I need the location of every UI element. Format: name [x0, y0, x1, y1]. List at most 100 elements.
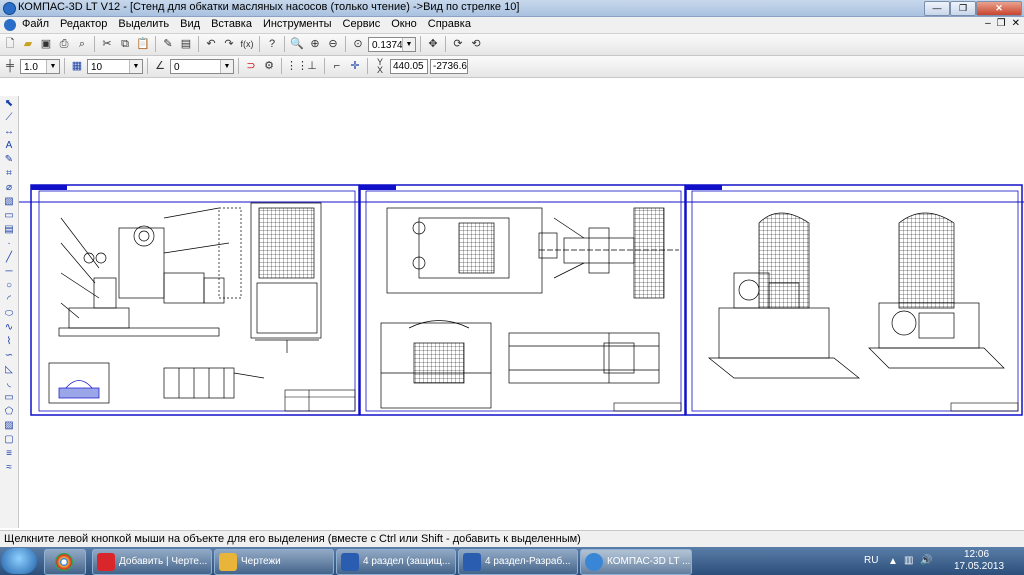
zoom-scale-icon[interactable]: ⊙: [350, 36, 366, 52]
selection-icon[interactable]: ▧: [2, 195, 16, 208]
local-cs-icon[interactable]: ⊥: [304, 58, 320, 74]
contour-icon[interactable]: ▢: [2, 433, 16, 446]
menu-help[interactable]: Справка: [428, 18, 471, 30]
volume-icon[interactable]: 🔊: [920, 555, 932, 566]
segment-icon[interactable]: ─: [2, 265, 16, 278]
dimensions-icon[interactable]: ↔: [2, 125, 16, 138]
angle-combo[interactable]: 0 ▼: [170, 58, 234, 74]
chevron-down-icon[interactable]: ▼: [129, 59, 142, 73]
maximize-button[interactable]: ❐: [950, 1, 976, 16]
chevron-down-icon[interactable]: ▼: [402, 37, 415, 51]
ortho-icon[interactable]: ⌐: [329, 58, 345, 74]
cut-icon[interactable]: ✂: [99, 36, 115, 52]
taskbar-button-yandex[interactable]: Добавить | Черте...: [92, 549, 212, 575]
taskbar-button-word-1[interactable]: 4 раздел (защищ...: [336, 549, 456, 575]
grid-icon[interactable]: ⋮⋮: [286, 58, 308, 74]
select-arrow-icon[interactable]: ⬉: [2, 97, 16, 110]
chrome-taskbar-button[interactable]: [44, 549, 86, 575]
minimize-button[interactable]: —: [924, 1, 950, 16]
sheet-1: [30, 184, 360, 416]
properties-icon[interactable]: ▤: [178, 36, 194, 52]
fillet-icon[interactable]: ◟: [2, 377, 16, 390]
polygon-icon[interactable]: ⬠: [2, 405, 16, 418]
language-indicator[interactable]: RU: [864, 555, 878, 566]
step-combo[interactable]: 1.0 ▼: [20, 58, 60, 74]
taskbar-button-folder[interactable]: Чертежи: [214, 549, 334, 575]
menu-service[interactable]: Сервис: [343, 18, 381, 30]
geometry-icon[interactable]: ⟋: [2, 111, 16, 124]
edit-icon[interactable]: ✎: [2, 153, 16, 166]
coord-y-field[interactable]: -2736.6: [430, 58, 468, 74]
cursor-coords-icon[interactable]: ✛: [347, 58, 363, 74]
copy-icon[interactable]: ⧉: [117, 36, 133, 52]
doc-minimize-icon[interactable]: –: [985, 18, 991, 29]
polyline-icon[interactable]: ⌇: [2, 335, 16, 348]
menu-editor[interactable]: Редактор: [60, 18, 107, 30]
nurbs-icon[interactable]: ≈: [2, 461, 16, 474]
undo-icon[interactable]: ↶: [203, 36, 219, 52]
coord-x-field[interactable]: 440.05: [390, 58, 428, 74]
save-icon[interactable]: ▣: [38, 36, 54, 52]
magnet-snap-icon[interactable]: ⊃: [243, 58, 259, 74]
chrome-icon: [55, 553, 73, 571]
tray-expand-icon[interactable]: ▲: [888, 556, 898, 567]
format-brush-icon[interactable]: ✎: [160, 36, 176, 52]
print-preview-icon[interactable]: ⌕: [74, 36, 90, 52]
close-button[interactable]: ✕: [976, 1, 1022, 16]
chevron-down-icon[interactable]: ▼: [220, 59, 233, 73]
doc-restore-icon[interactable]: ❐: [997, 18, 1006, 29]
arc-icon[interactable]: ◜: [2, 293, 16, 306]
chamfer-icon[interactable]: ◺: [2, 363, 16, 376]
zoom-in-icon[interactable]: ⊕: [307, 36, 323, 52]
spline-icon[interactable]: ∿: [2, 321, 16, 334]
line-icon[interactable]: ╱: [2, 251, 16, 264]
help-pointer-icon[interactable]: ?: [264, 36, 280, 52]
hatch-icon[interactable]: ▨: [2, 419, 16, 432]
taskbar-button-word-2[interactable]: 4 раздел-Разраб...: [458, 549, 578, 575]
rectangle-icon[interactable]: ▭: [2, 391, 16, 404]
menu-tools[interactable]: Инструменты: [263, 18, 332, 30]
print-icon[interactable]: ⎙: [56, 36, 72, 52]
ellipse-icon[interactable]: ⬭: [2, 307, 16, 320]
zoom-out-icon[interactable]: ⊖: [325, 36, 341, 52]
redraw-icon[interactable]: ⟲: [468, 36, 484, 52]
sheet-3: [685, 184, 1023, 416]
doc-close-icon[interactable]: ✕: [1012, 18, 1020, 29]
measure-icon[interactable]: ⌀: [2, 181, 16, 194]
menu-insert[interactable]: Вставка: [211, 18, 252, 30]
new-document-icon[interactable]: 🗋: [2, 36, 18, 52]
taskbar-button-kompas[interactable]: КОМПАС-3D LT ...: [580, 549, 692, 575]
menu-window[interactable]: Окно: [391, 18, 417, 30]
step-icon[interactable]: ╪: [2, 58, 18, 74]
paste-icon[interactable]: 📋: [135, 36, 151, 52]
layer-combo[interactable]: 10 ▼: [87, 58, 143, 74]
circle-icon[interactable]: ○: [2, 279, 16, 292]
function-icon[interactable]: f(x): [239, 36, 255, 52]
menu-file[interactable]: Файл: [22, 18, 49, 30]
designations-icon[interactable]: A: [2, 139, 16, 152]
chevron-down-icon[interactable]: ▼: [46, 59, 59, 73]
window-title: КОМПАС-3D LT V12 - [Стенд для обкатки ма…: [18, 1, 520, 13]
menu-view[interactable]: Вид: [180, 18, 200, 30]
parametrize-icon[interactable]: ⌗: [2, 167, 16, 180]
clock-date[interactable]: 17.05.2013: [954, 561, 1004, 572]
open-folder-icon[interactable]: ▰: [20, 36, 36, 52]
menu-select[interactable]: Выделить: [118, 18, 169, 30]
zoom-combo[interactable]: 0.1374 ▼: [368, 36, 416, 52]
spec-icon[interactable]: ▤: [2, 223, 16, 236]
refresh-icon[interactable]: ⟳: [450, 36, 466, 52]
layer-icon[interactable]: ▦: [69, 58, 85, 74]
redo-icon[interactable]: ↷: [221, 36, 237, 52]
network-icon[interactable]: ▥: [904, 555, 913, 566]
point-icon[interactable]: ·: [2, 237, 16, 250]
snap-settings-icon[interactable]: ⚙: [261, 58, 277, 74]
start-button[interactable]: [1, 548, 37, 574]
zoom-window-icon[interactable]: 🔍: [289, 36, 305, 52]
angle-icon[interactable]: ∠: [152, 58, 168, 74]
drawing-canvas[interactable]: [19, 78, 1024, 528]
pan-icon[interactable]: ✥: [425, 36, 441, 52]
bezier-icon[interactable]: ∽: [2, 349, 16, 362]
clock-time[interactable]: 12:06: [964, 549, 989, 560]
associative-views-icon[interactable]: ▭: [2, 209, 16, 222]
equidistant-icon[interactable]: ≡: [2, 447, 16, 460]
